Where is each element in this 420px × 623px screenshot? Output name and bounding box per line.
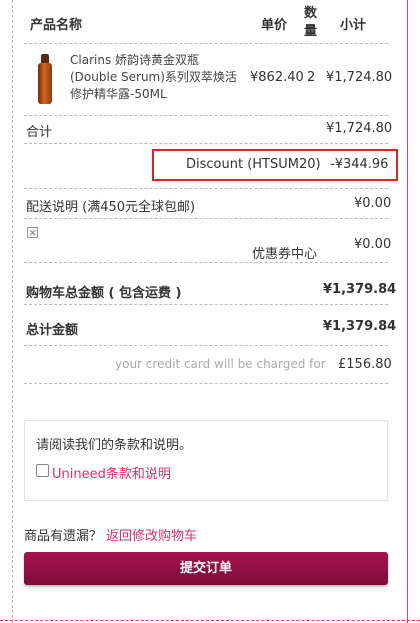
header-product-name: 产品名称 bbox=[30, 18, 83, 33]
product-name-link[interactable]: Clarins 娇韵诗黄金双瓶(Double Serum)系列双萃焕活修护精华露… bbox=[70, 52, 240, 103]
left-border bbox=[12, 0, 13, 623]
charge-value: £156.80 bbox=[338, 357, 392, 372]
coupon-center-link[interactable]: 优惠券中心 bbox=[252, 243, 317, 262]
product-unit-price: ¥862.40 bbox=[250, 70, 304, 85]
coupon-value: ¥0.00 bbox=[354, 237, 392, 252]
grand-total-value: ¥1,379.84 bbox=[323, 319, 397, 334]
discount-row: Discount (HTSUM20) -¥344.96 bbox=[24, 143, 398, 189]
shipping-row: 配送说明 (满450元全球包邮) ¥0.00 bbox=[24, 189, 392, 219]
coupon-row: × 优惠券中心 ¥0.00 bbox=[24, 219, 392, 263]
back-to-cart-link[interactable]: 返回修改购物车 bbox=[106, 525, 197, 544]
shipping-label: 配送说明 (满450元全球包邮) bbox=[26, 200, 196, 215]
product-thumbnail[interactable] bbox=[38, 54, 52, 104]
cart-total-value: ¥1,379.84 bbox=[323, 282, 397, 297]
header-subtotal: 小计 bbox=[340, 18, 367, 33]
subtotal-value: ¥1,724.80 bbox=[326, 121, 393, 136]
missing-items-text: 商品有遗漏？ bbox=[24, 529, 103, 544]
terms-link[interactable]: Unineed条款和说明 bbox=[52, 463, 171, 482]
broken-image-icon: × bbox=[27, 226, 38, 239]
table-row: Clarins 娇韵诗黄金双瓶(Double Serum)系列双萃焕活修护精华露… bbox=[24, 44, 392, 116]
grand-total-row: 总计金额 ¥1,379.84 bbox=[24, 305, 396, 346]
submit-order-button[interactable]: 提交订单 bbox=[24, 552, 388, 585]
product-quantity: 2 bbox=[307, 70, 316, 85]
charge-note: your credit card will be charged for bbox=[115, 357, 326, 371]
subtotal-row: 合计 ¥1,724.80 bbox=[24, 116, 392, 144]
discount-label: Discount (HTSUM20) bbox=[186, 157, 321, 172]
terms-checkbox[interactable] bbox=[36, 464, 49, 477]
product-subtotal: ¥1,724.80 bbox=[326, 70, 393, 85]
right-border bbox=[407, 0, 408, 623]
terms-box: 请阅读我们的条款和说明。 Unineed条款和说明 bbox=[24, 420, 388, 501]
cart-total-row: 购物车总金额 ( 包含运费 ) ¥1,379.84 bbox=[24, 263, 396, 305]
discount-value: -¥344.96 bbox=[330, 157, 389, 172]
shipping-value: ¥0.00 bbox=[354, 196, 392, 211]
charge-row: your credit card will be charged for £15… bbox=[24, 346, 392, 384]
subtotal-label: 合计 bbox=[26, 125, 53, 140]
grand-total-label: 总计金额 bbox=[26, 323, 79, 338]
cart-total-label: 购物车总金额 ( 包含运费 ) bbox=[26, 286, 182, 301]
terms-prompt: 请阅读我们的条款和说明。 bbox=[36, 438, 193, 453]
header-unit-price: 单价 bbox=[261, 18, 288, 33]
bottom-edge bbox=[0, 620, 420, 621]
header-quantity: 数量 bbox=[304, 6, 318, 39]
table-header: 产品名称 单价 数量 小计 bbox=[24, 0, 388, 44]
